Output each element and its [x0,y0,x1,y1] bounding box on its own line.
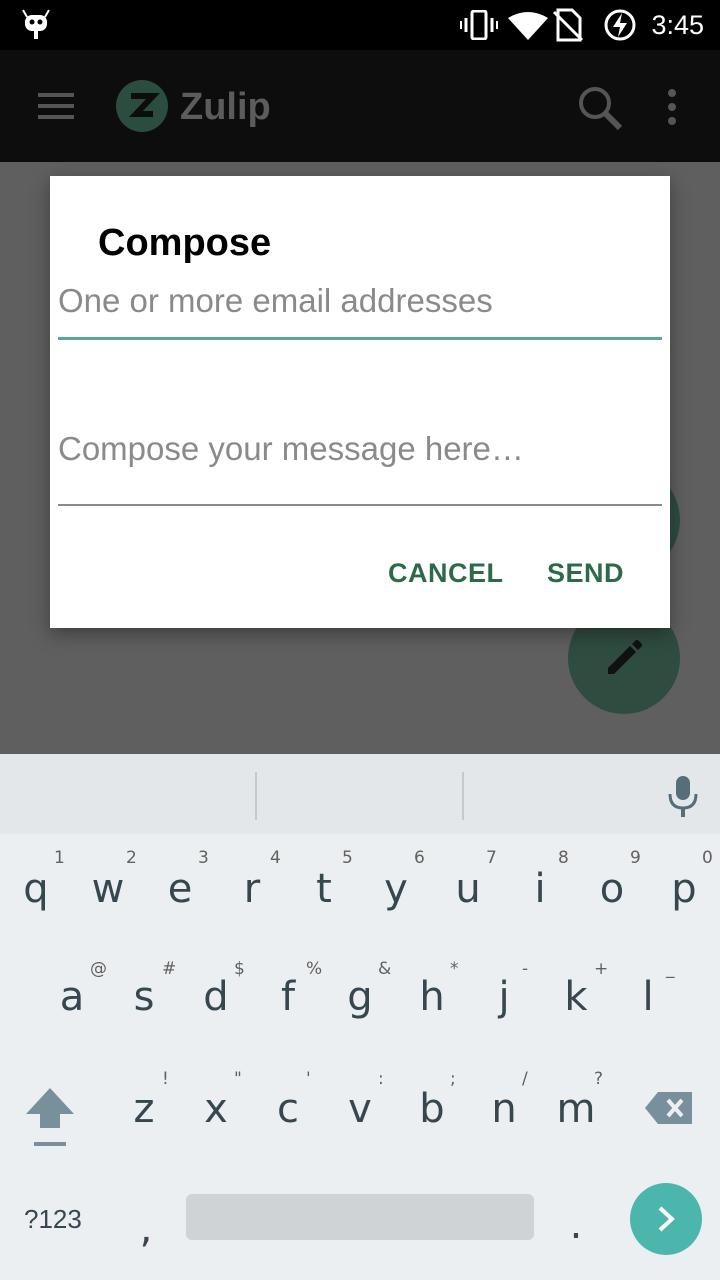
key-hint: 4 [270,848,281,868]
key-hint: " [234,1069,242,1089]
key-hint: + [594,959,609,979]
key-y[interactable]: y [360,866,432,912]
key-hint: / [522,1069,528,1089]
key-hint: 6 [414,848,425,868]
key-h[interactable]: h [396,974,468,1020]
key-t[interactable]: t [288,866,360,912]
space-bar[interactable] [186,1194,534,1240]
symbols-key[interactable]: ?123 [24,1204,82,1235]
clock: 3:45 [651,10,704,40]
key-i[interactable]: i [504,866,576,912]
key-hint: @ [90,959,107,979]
no-sim-icon [552,8,584,42]
key-hint: * [450,959,459,979]
key-s[interactable]: s [108,974,180,1020]
status-bar: 3:45 [0,0,720,50]
key-f[interactable]: f [252,974,324,1020]
app-title: Zulip [180,86,271,128]
key-hint: 0 [702,848,713,868]
key-hint: 1 [54,848,65,868]
key-u[interactable]: u [432,866,504,912]
chevron-right-icon [658,1206,675,1232]
key-v[interactable]: v [324,1086,396,1132]
key-w[interactable]: w [72,866,144,912]
wifi-icon [508,12,548,40]
suggestion-divider [255,772,257,820]
dialog-title: Compose [98,222,272,264]
key-a[interactable]: a [36,974,108,1020]
key-hint: ! [162,1069,169,1089]
key-hint: 3 [198,848,209,868]
battery-charging-icon [604,9,636,41]
period-key[interactable]: . [540,1202,612,1248]
hamburger-icon[interactable] [36,90,76,122]
message-placeholder: Compose your message here… [58,430,524,467]
key-z[interactable]: z [108,1086,180,1132]
key-e[interactable]: e [144,866,216,912]
suggestion-strip [0,754,720,834]
android-debug-icon [22,9,50,39]
key-x[interactable]: x [180,1086,252,1132]
comma-key[interactable]: , [110,1206,182,1252]
key-hint: # [162,959,177,979]
key-j[interactable]: j [468,974,540,1020]
key-m[interactable]: m [540,1086,612,1132]
shift-icon[interactable] [24,1086,76,1148]
key-hint: - [522,959,529,979]
key-hint: ? [594,1069,604,1089]
key-p[interactable]: p [648,866,720,912]
key-hint: ; [450,1069,456,1089]
key-c[interactable]: c [252,1086,324,1132]
send-button[interactable]: SEND [547,558,624,589]
compose-dialog: Compose One or more email addresses Comp… [50,176,670,628]
key-hint: 2 [126,848,137,868]
soft-keyboard: q1w2e3r4t5y6u7i8o9p0 a @ s # d $ f% g & h * j - k + l _ … [0,754,720,1280]
key-l[interactable]: l [612,974,684,1020]
key-hint: % [306,959,323,979]
key-hint: : [378,1069,384,1089]
cancel-button[interactable]: CANCEL [388,558,504,589]
key-hint: $ [234,959,245,979]
backspace-icon[interactable] [644,1090,694,1126]
key-hint: & [378,959,392,979]
pencil-icon [608,640,642,674]
recipients-input[interactable]: One or more email addresses [58,282,662,340]
key-k[interactable]: k [540,974,612,1020]
key-hint: ' [306,1069,311,1089]
message-input[interactable]: Compose your message here… [58,406,662,506]
key-hint: 7 [486,848,497,868]
key-hint: 8 [558,848,569,868]
more-vert-icon[interactable] [664,88,680,126]
app-bar: Zulip [0,50,720,162]
enter-key[interactable] [630,1183,702,1255]
zulip-logo-icon [116,80,168,132]
microphone-icon[interactable] [666,776,700,818]
key-o[interactable]: o [576,866,648,912]
recipients-placeholder: One or more email addresses [58,282,493,319]
key-n[interactable]: n [468,1086,540,1132]
vibrate-icon [460,10,498,40]
key-q[interactable]: q [0,866,72,912]
search-icon[interactable] [576,84,624,132]
key-r[interactable]: r [216,866,288,912]
key-g[interactable]: g [324,974,396,1020]
key-hint: 5 [342,848,353,868]
key-hint: _ [666,959,675,979]
key-hint: 9 [630,848,641,868]
suggestion-divider [462,772,464,820]
key-d[interactable]: d [180,974,252,1020]
key-b[interactable]: b [396,1086,468,1132]
